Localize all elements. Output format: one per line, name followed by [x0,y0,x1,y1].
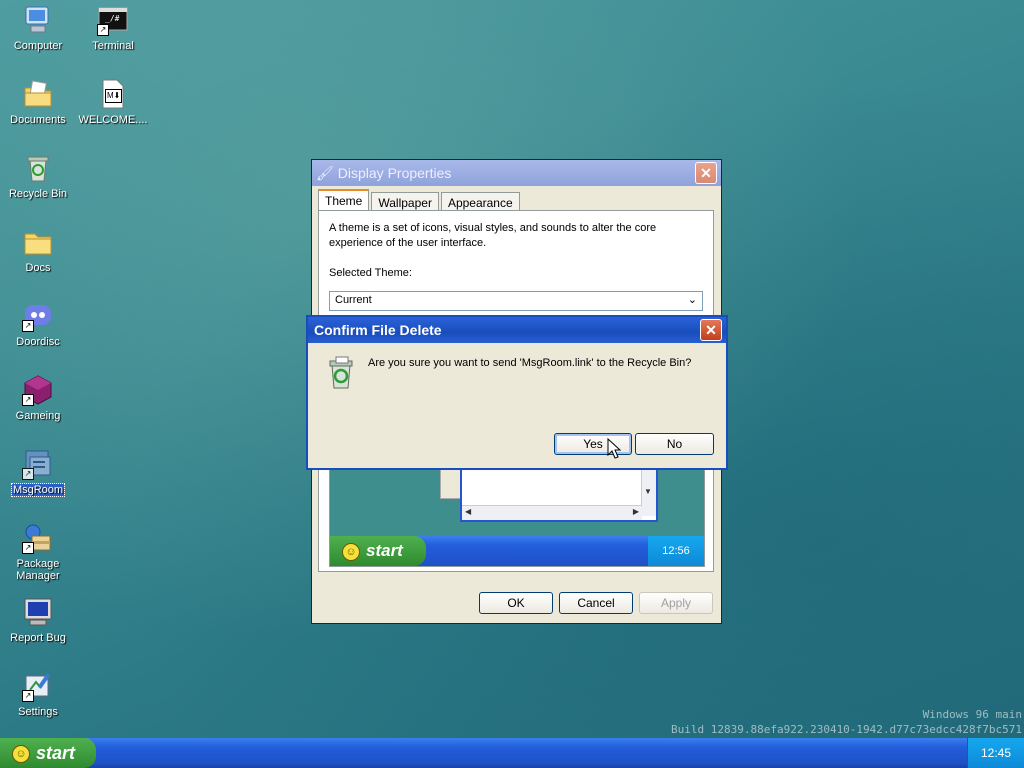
shortcut-arrow-icon: ↗ [22,320,34,332]
system-clock[interactable]: 12:45 [967,738,1024,768]
start-label: start [36,743,76,763]
desktop-icon-label: Settings [18,706,58,718]
desktop-icon-label: Documents [10,114,66,126]
desktop-icon-recycle-bin[interactable]: Recycle Bin [0,152,76,200]
scroll-down-icon: ▼ [644,487,652,496]
desktop-icon-package-manager[interactable]: ↗ Package Manager [0,522,76,582]
documents-icon [22,78,54,110]
preview-scrollbar-horizontal: ◀ ▶ [462,505,642,520]
scroll-right-icon: ▶ [632,507,639,516]
folder-icon [22,226,54,258]
desktop-icon-label: Docs [25,262,51,274]
preview-window-back [440,466,462,499]
build-watermark-line2: Build 12839.88efa922.230410-1942.d77c73e… [671,723,1022,736]
gameing-icon: ↗ [22,374,54,406]
smiley-icon: ☺ [12,745,30,764]
selected-theme-label: Selected Theme: [329,267,412,279]
desktop-icon-label: WELCOME.... [78,114,148,126]
desktop-icon-terminal[interactable]: _/# ↗ Terminal [75,4,151,52]
build-watermark-line1: Windows 96 main [922,708,1022,721]
recycle-bin-icon [22,152,54,184]
preview-window: ▼ ◀ ▶ [460,466,658,522]
markdown-file-icon: M⬇ [97,78,129,110]
close-icon[interactable]: ✕ [695,162,717,184]
no-button[interactable]: No [635,433,714,455]
desktop-icon-computer[interactable]: Computer [0,4,76,52]
close-icon[interactable]: ✕ [700,319,722,341]
desktop-icon-report-bug[interactable]: Report Bug [0,596,76,644]
chevron-down-icon: ⌄ [687,294,697,306]
desktop-icon-label: Recycle Bin [8,188,68,200]
shortcut-arrow-icon: ↗ [22,542,34,554]
terminal-icon: _/# ↗ [97,4,129,36]
settings-icon: ↗ [22,670,54,702]
smiley-icon: ☺ [342,542,360,561]
desktop-icon-welcome[interactable]: M⬇ WELCOME.... [75,78,151,126]
desktop-icon-documents[interactable]: Documents [0,78,76,126]
start-button[interactable]: ☺ start [0,738,96,768]
desktop-icon-doordisc[interactable]: ↗ Doordisc [0,300,76,348]
display-properties-titlebar[interactable]: 🖌 Display Properties ✕ [312,160,721,186]
desktop-icon-label: Gameing [15,410,61,422]
preview-start-button: ☺ start [330,536,426,566]
display-properties-icon: 🖌 [316,164,334,181]
computer-icon [22,4,54,36]
markdown-glyph: M⬇ [105,89,123,103]
desktop-icon-label: Doordisc [16,336,60,348]
confirm-delete-titlebar[interactable]: Confirm File Delete ✕ [308,317,726,343]
theme-preview: ▼ ◀ ▶ ☺ start 12:56 [329,465,705,567]
dialog-title: Confirm File Delete [314,322,442,338]
desktop-icon-docs[interactable]: Docs [0,226,76,274]
doordisc-icon: ↗ [22,300,54,332]
desktop-icon-msgroom[interactable]: ↗ MsgRoom [0,448,76,497]
desktop-icon-label: Package Manager [16,558,60,582]
desktop-icon-label: Report Bug [10,632,66,644]
preview-taskbar: ☺ start 12:56 [330,536,704,566]
preview-scrollbar-vertical: ▼ [641,466,656,516]
confirm-delete-dialog: Confirm File Delete ✕ Are you sure you w… [306,315,728,470]
cancel-button[interactable]: Cancel [559,592,633,614]
ok-button[interactable]: OK [479,592,553,614]
confirm-message: Are you sure you want to send 'MsgRoom.l… [368,357,692,369]
desktop-icon-label: MsgRoom [10,483,66,497]
taskbar: ☺ start 12:45 [0,738,1024,768]
recycle-bin-icon [324,355,358,391]
msgroom-icon: ↗ [22,448,54,480]
shortcut-arrow-icon: ↗ [22,690,34,702]
theme-description: A theme is a set of icons, visual styles… [329,222,657,249]
apply-button[interactable]: Apply [639,592,713,614]
theme-select-value: Current [335,294,372,306]
scroll-left-icon: ◀ [465,507,472,516]
mouse-cursor-icon [607,437,622,460]
desktop-icon-gameing[interactable]: ↗ Gameing [0,374,76,422]
preview-clock: 12:56 [648,536,704,566]
shortcut-arrow-icon: ↗ [22,394,34,406]
shortcut-arrow-icon: ↗ [22,468,34,480]
desktop-icon-settings[interactable]: ↗ Settings [0,670,76,718]
package-manager-icon: ↗ [22,522,54,554]
shortcut-arrow-icon: ↗ [97,24,109,36]
preview-start-label: start [366,541,403,560]
report-bug-icon [22,596,54,628]
theme-select[interactable]: Current ⌄ [329,291,703,311]
desktop-icon-label: Computer [13,40,63,52]
desktop-icon-label: Terminal [92,40,134,52]
window-title: Display Properties [337,165,452,181]
